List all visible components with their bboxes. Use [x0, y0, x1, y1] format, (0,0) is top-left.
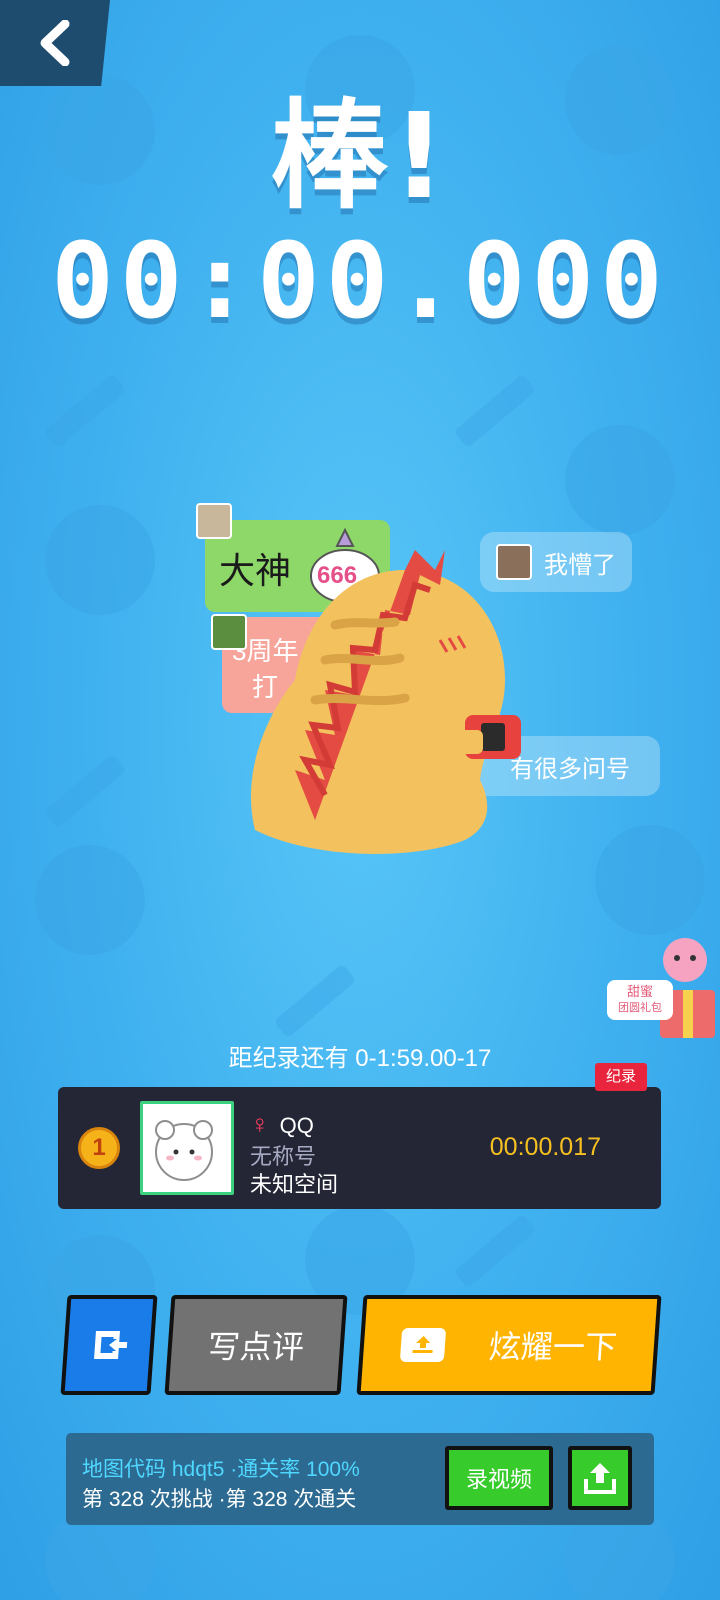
- record-video-button[interactable]: 录视频: [445, 1446, 553, 1510]
- player-name: QQ: [279, 1113, 314, 1138]
- leaderboard-row[interactable]: 纪录 1 ♀ QQ 无称号 未知空间 00:00.017: [58, 1063, 661, 1209]
- exit-button[interactable]: [60, 1295, 158, 1395]
- player-record-time: 00:00.017: [489, 1133, 601, 1161]
- danmaku-text: 有很多问号: [510, 755, 630, 783]
- share-label: 炫耀一下: [487, 1329, 619, 1365]
- clear-count: ·第 328 次通关: [218, 1488, 357, 1511]
- map-info-panel: 地图代码 hdqt5 ·通关率 100% 第 328 次挑战 ·第 328 次通…: [66, 1433, 654, 1525]
- result-timer: 00:00.000: [51, 220, 669, 342]
- rank-medal: 1: [78, 1127, 120, 1169]
- gift-pack-badge[interactable]: 甜蜜 团圆礼包: [607, 920, 720, 1040]
- chevron-left-icon: [40, 20, 70, 66]
- map-info-line2: 第 328 次挑战 ·第 328 次通关: [82, 1483, 356, 1513]
- map-info-line1: 地图代码 hdqt5 ·通关率 100%: [82, 1453, 360, 1483]
- record-tag: 纪录: [595, 1063, 647, 1091]
- player-avatar[interactable]: [140, 1101, 234, 1195]
- danmaku-text: 我懵了: [544, 551, 616, 579]
- player-space: 未知空间: [250, 1172, 339, 1197]
- show-off-button[interactable]: 炫耀一下: [356, 1295, 662, 1395]
- upload-button[interactable]: [568, 1446, 632, 1510]
- pass-rate: ·通关率 100%: [230, 1458, 360, 1481]
- gift-label-line1: 甜蜜: [626, 984, 653, 999]
- gift-label-line2: 团圆礼包: [618, 1002, 662, 1014]
- player-name-line: ♀ QQ: [250, 1109, 314, 1140]
- gift-label: 甜蜜 团圆礼包: [607, 980, 673, 1020]
- write-review-button[interactable]: 写点评: [164, 1295, 348, 1395]
- female-gender-icon: ♀: [250, 1109, 270, 1139]
- back-button[interactable]: [0, 0, 110, 86]
- map-code[interactable]: 地图代码 hdqt5: [82, 1458, 224, 1481]
- danmaku-avatar: [211, 614, 247, 650]
- share-icon: [399, 1328, 447, 1362]
- upload-icon: [584, 1463, 616, 1494]
- danmaku-avatar: [196, 503, 232, 539]
- challenge-count: 第 328 次挑战: [82, 1488, 213, 1511]
- exit-icon: [94, 1331, 128, 1359]
- result-title: 棒!: [270, 87, 450, 225]
- dinosaur-mascot: [250, 550, 521, 854]
- bear-avatar-icon: [155, 1120, 213, 1181]
